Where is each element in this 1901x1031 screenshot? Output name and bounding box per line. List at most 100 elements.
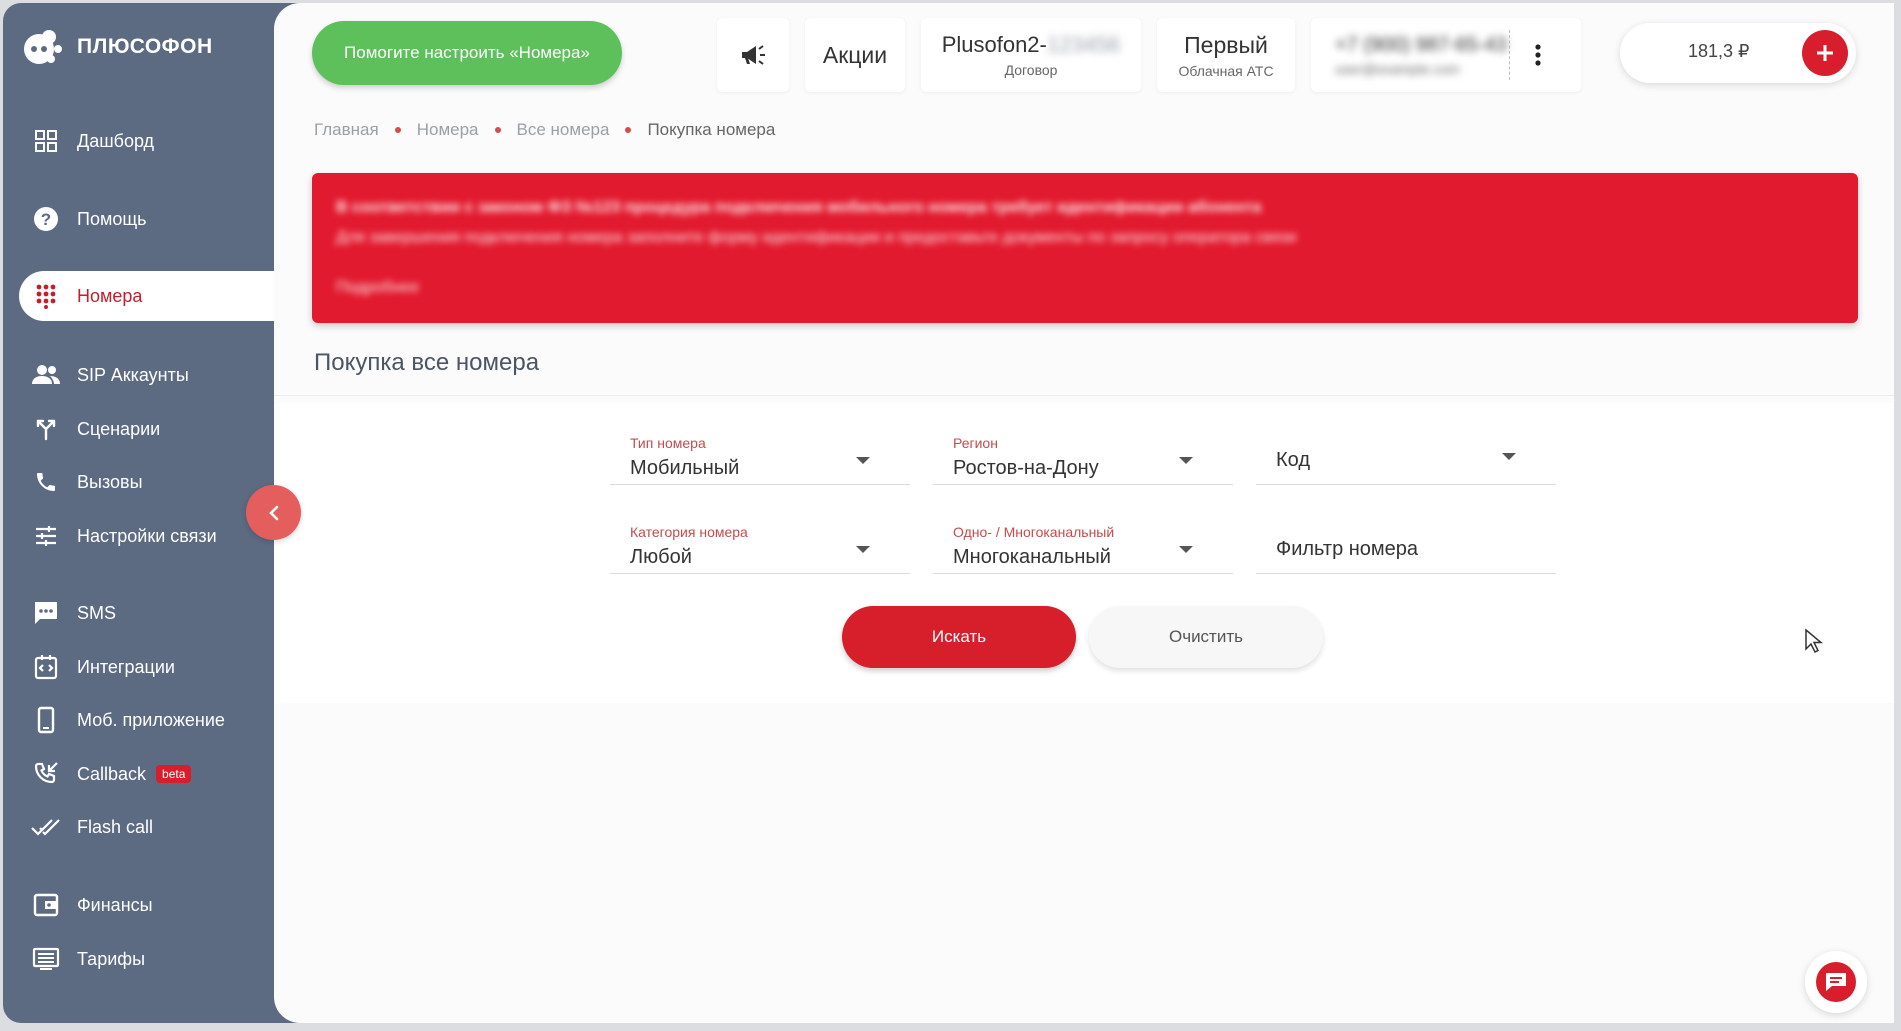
tariff-card[interactable]: Первый Облачная АТС	[1157, 18, 1295, 92]
logo[interactable]: ПЛЮСОФОН	[19, 27, 213, 67]
sidebar-item-numbers[interactable]: Номера	[19, 271, 307, 321]
promo-button[interactable]: Акции	[805, 18, 905, 92]
field-value: Многоканальный	[953, 546, 1111, 568]
account-name-hidden: 123456	[1046, 32, 1121, 57]
phone-sub: user@example.com	[1335, 60, 1460, 77]
breadcrumb-numbers[interactable]: Номера	[417, 120, 479, 140]
sidebar-item-label: Callback	[77, 763, 147, 784]
code-select[interactable]: Код	[1256, 413, 1556, 485]
sidebar-item-tariffs[interactable]: Тарифы	[19, 934, 307, 984]
region-select[interactable]: Регион Ростов-на-Дону	[933, 413, 1233, 485]
dropdown-arrow-icon	[1502, 453, 1516, 460]
breadcrumb: Главная Номера Все номера Покупка номера	[314, 120, 775, 140]
beta-badge: beta	[156, 765, 192, 783]
sidebar-item-label: SIP Аккаунты	[77, 364, 189, 385]
field-placeholder: Код	[1276, 449, 1311, 471]
breadcrumb-separator	[394, 127, 401, 133]
sidebar-item-callback[interactable]: Callback beta	[19, 749, 307, 799]
sidebar-item-scenarios[interactable]: Сценарии	[19, 404, 307, 454]
double-check-icon	[31, 812, 61, 842]
sidebar-item-help[interactable]: ? Помощь	[19, 194, 307, 244]
sidebar-item-sip-accounts[interactable]: SIP Аккаунты	[19, 350, 307, 400]
collapse-sidebar-button[interactable]	[246, 485, 301, 540]
chat-icon	[1816, 962, 1856, 1002]
svg-text:?: ?	[41, 210, 51, 229]
search-button[interactable]: Искать	[842, 606, 1076, 668]
sidebar-item-label: Моб. приложение	[77, 709, 225, 730]
mouse-cursor-icon	[1805, 628, 1824, 654]
field-placeholder: Фильтр номера	[1276, 538, 1419, 560]
sidebar-item-label: Тарифы	[77, 948, 146, 969]
sliders-icon	[31, 521, 61, 551]
brand-name: ПЛЮСОФОН	[77, 35, 213, 58]
sidebar-item-label: Помощь	[77, 208, 147, 229]
number-category-select[interactable]: Категория номера Любой	[610, 502, 910, 574]
phone-number: +7 (900) 987-65-43	[1335, 33, 1507, 56]
section-divider	[274, 395, 1894, 396]
account-sub: Договор	[1004, 62, 1058, 78]
sidebar-item-finance[interactable]: Финансы	[19, 880, 307, 930]
balance-value: 181,3 ₽	[1688, 41, 1750, 61]
more-vert-icon[interactable]	[1535, 44, 1541, 66]
clear-button[interactable]: Очистить	[1089, 606, 1323, 668]
channel-type-select[interactable]: Одно- / Многоканальный Многоканальный	[933, 502, 1233, 574]
breadcrumb-home[interactable]: Главная	[314, 120, 379, 140]
promo-label: Акции	[822, 41, 888, 68]
list-icon	[31, 944, 61, 974]
help-icon: ?	[31, 204, 61, 234]
alert-line-2: Для завершения подключения номера заполн…	[336, 229, 1297, 246]
fork-icon	[31, 414, 61, 444]
number-filter-input[interactable]: Фильтр номера	[1256, 502, 1556, 574]
sidebar-item-label: Вызовы	[77, 471, 143, 492]
add-funds-button[interactable]	[1802, 30, 1848, 76]
alert-banner: В соответствии с законом ФЗ №123 процеду…	[312, 173, 1858, 323]
account-card[interactable]: Plusofon2-123456 Договор	[921, 18, 1141, 92]
field-value: Любой	[630, 546, 692, 568]
sidebar-item-label: Интеграции	[77, 656, 175, 677]
sidebar-item-label: SMS	[77, 602, 117, 623]
sidebar-item-label: Финансы	[77, 894, 153, 915]
sidebar-item-mobile-app[interactable]: Моб. приложение	[19, 695, 307, 745]
dashboard-icon	[31, 126, 61, 156]
number-type-select[interactable]: Тип номера Мобильный	[610, 413, 910, 485]
breadcrumb-all-numbers[interactable]: Все номера	[517, 120, 610, 140]
tariff-name: Первый	[1184, 31, 1268, 58]
sidebar-item-dashboard[interactable]: Дашборд	[19, 116, 307, 166]
megaphone-icon	[742, 45, 765, 65]
dropdown-arrow-icon	[856, 546, 870, 553]
chevron-left-icon	[268, 505, 278, 520]
sidebar-item-integrations[interactable]: Интеграции	[19, 642, 307, 692]
field-value: Ростов-на-Дону	[953, 457, 1099, 479]
field-label: Регион	[953, 435, 998, 451]
sidebar-item-label: Сценарии	[77, 418, 161, 439]
dropdown-arrow-icon	[1179, 457, 1193, 464]
sidebar-item-label: Номера	[77, 285, 143, 306]
chat-button[interactable]	[1805, 951, 1867, 1013]
logo-icon	[24, 30, 62, 64]
help-setup-button[interactable]: Помогите настроить «Номера»	[312, 21, 622, 85]
phone-icon	[31, 467, 61, 497]
users-icon	[31, 360, 61, 390]
breadcrumb-current: Покупка номера	[647, 120, 776, 139]
phone-card-divider	[1509, 30, 1510, 80]
phone-card[interactable]: +7 (900) 987-65-43 user@example.com	[1311, 18, 1581, 92]
alert-link[interactable]: Подробнее	[336, 273, 1834, 303]
plus-icon	[1817, 45, 1833, 61]
balance-pill: 181,3 ₽	[1620, 23, 1856, 83]
sms-icon	[31, 598, 61, 628]
dropdown-arrow-icon	[1179, 546, 1193, 553]
dropdown-arrow-icon	[856, 457, 870, 464]
field-label: Одно- / Многоканальный	[953, 524, 1115, 540]
callback-icon	[31, 759, 61, 789]
account-name: Plusofon2-	[941, 32, 1047, 57]
main-content: Помогите настроить «Номера» Акции Plusof…	[274, 3, 1894, 1023]
sidebar-item-flash-call[interactable]: Flash call	[19, 802, 307, 852]
sidebar-item-label: Дашборд	[77, 130, 155, 151]
app-window: ПЛЮСОФОН Дашборд ? Помощь Номера SIP Акк…	[0, 0, 1901, 1031]
integration-icon	[31, 652, 61, 682]
field-value: Мобильный	[630, 457, 740, 479]
breadcrumb-separator	[625, 127, 632, 133]
announcements-button[interactable]	[717, 18, 789, 92]
sidebar-item-sms[interactable]: SMS	[19, 588, 307, 638]
wallet-icon	[31, 890, 61, 920]
